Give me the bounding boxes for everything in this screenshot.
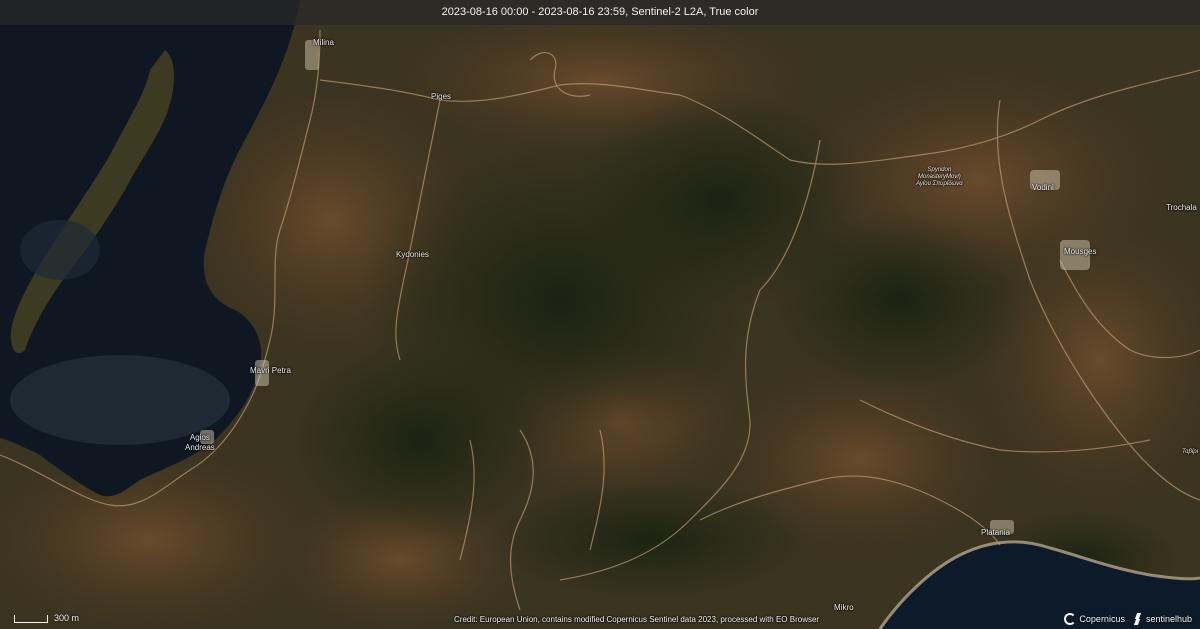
shallow-water bbox=[10, 355, 230, 445]
sentinelhub-logo: sentinelhub bbox=[1133, 613, 1192, 625]
scale-bar-label: 300 m bbox=[54, 613, 80, 623]
place-label-platania: Platania bbox=[981, 528, 1010, 537]
place-label-agios-andreas: Agios Andreas bbox=[185, 433, 215, 452]
copernicus-logo-text: Copernicus bbox=[1079, 614, 1125, 624]
sentinelhub-logo-text: sentinelhub bbox=[1145, 614, 1192, 624]
place-label-mavri-petra: Mavri Petra bbox=[250, 366, 291, 375]
place-label-vodini: Vodini bbox=[1032, 183, 1054, 192]
place-label-piges: Piges bbox=[431, 92, 452, 101]
attribution-credit: Credit: European Union, contains modifie… bbox=[454, 615, 820, 624]
satellite-map[interactable] bbox=[0, 0, 1200, 629]
logos: Copernicus sentinelhub bbox=[1064, 613, 1192, 625]
place-label-trochala: Trochala bbox=[1166, 203, 1197, 212]
copernicus-icon bbox=[1064, 613, 1077, 625]
place-label-milina: Milina bbox=[313, 38, 334, 47]
header-title: 2023-08-16 00:00 - 2023-08-16 23:59, Sen… bbox=[0, 0, 1200, 25]
shallow-water-2 bbox=[20, 220, 100, 280]
scale-bar: 300 m bbox=[14, 609, 79, 623]
scale-bar-graphic bbox=[14, 615, 48, 623]
place-label-spyridon-monastery: Spyridon MonasteryΜονή Αγίου Σπυρίδωνα bbox=[916, 167, 963, 187]
place-label-kydonies: Kydonies bbox=[396, 250, 429, 259]
place-label-mousges: Mousges bbox=[1064, 247, 1097, 256]
copernicus-logo: Copernicus bbox=[1064, 613, 1125, 625]
place-label-tapiri: Ταβίρι bbox=[1182, 449, 1199, 455]
sentinelhub-icon bbox=[1133, 613, 1143, 625]
place-label-mikro: Mikro bbox=[834, 603, 854, 612]
